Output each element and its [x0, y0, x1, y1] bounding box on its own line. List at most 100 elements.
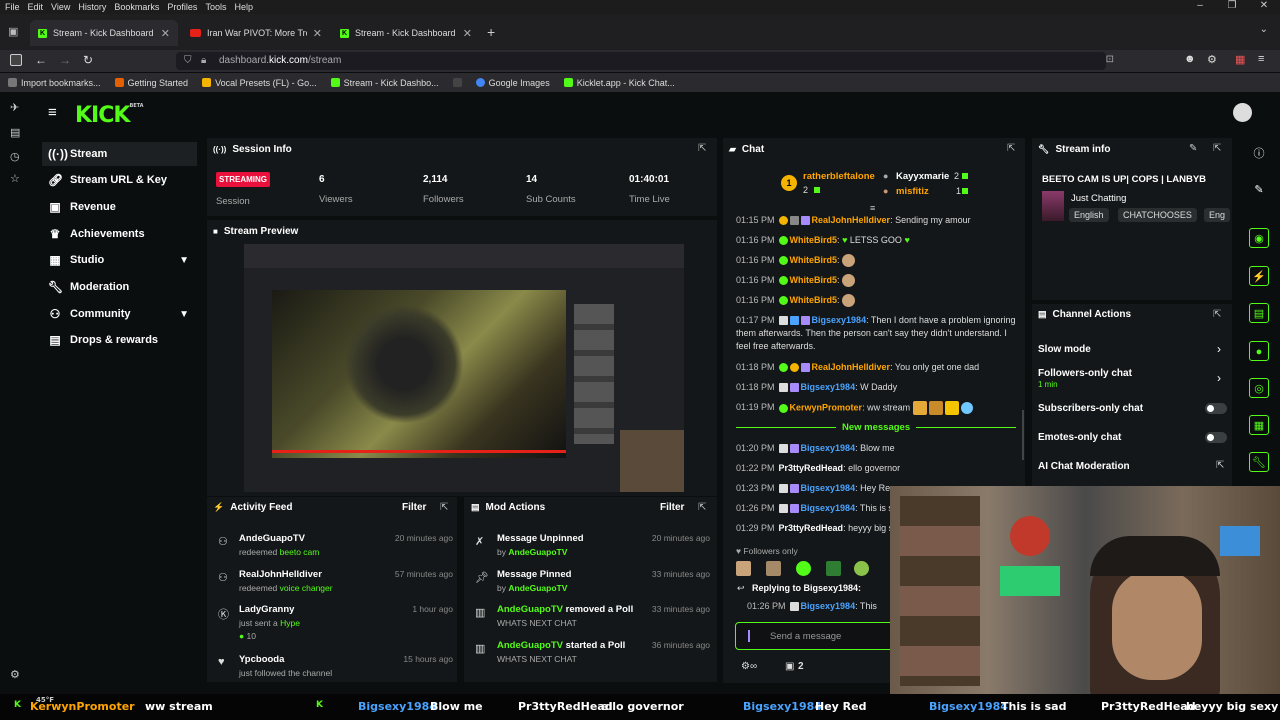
menu-bookmarks[interactable]: Bookmarks — [114, 2, 159, 12]
wrench-icon[interactable]: 🔧︎ — [1249, 452, 1269, 472]
nav-community[interactable]: ⚇ Community ▼ — [42, 302, 197, 326]
minimize-icon[interactable]: – — [1184, 0, 1216, 11]
bookmark-s[interactable] — [452, 78, 462, 87]
nav-stream-url-key[interactable]: 🔗︎ Stream URL & Key — [42, 168, 197, 192]
chat-scrollbar[interactable] — [1022, 410, 1024, 460]
expand-icon[interactable]: ⇱ — [698, 143, 706, 154]
broadcast-icon[interactable]: ◎ — [1249, 378, 1269, 398]
bookmark-import[interactable]: Import bookmarks... — [8, 78, 101, 88]
info-icon[interactable]: ⓘ — [1249, 144, 1269, 164]
forward-icon[interactable]: → — [59, 53, 71, 67]
chat-user[interactable]: Bigsexy1984 — [801, 382, 856, 392]
kick-logo[interactable]: KICKBETA — [75, 103, 144, 128]
emote-icon[interactable] — [826, 561, 841, 576]
expand-icon[interactable]: ⇱ — [1007, 143, 1015, 154]
account-icon[interactable]: ☻ — [1184, 53, 1196, 65]
chat-bubble-icon[interactable]: ● — [1249, 341, 1269, 361]
category-name[interactable]: Just Chatting — [1071, 193, 1126, 204]
close-tab-icon[interactable]: ✕ — [313, 27, 322, 40]
chat-user[interactable]: WhiteBird5 — [790, 275, 838, 285]
emote-icon[interactable] — [736, 561, 751, 576]
external-link-icon[interactable]: ⇱ — [1216, 460, 1224, 471]
menu-profiles[interactable]: Profiles — [167, 2, 197, 12]
mod-user[interactable]: AndeGuapoTV — [508, 547, 567, 557]
camera-control-icon[interactable]: ◉ — [1249, 228, 1269, 248]
star-icon[interactable]: ☆ — [10, 172, 20, 185]
bookmark-google-images[interactable]: Google Images — [475, 78, 550, 88]
stream-preview-video[interactable] — [244, 244, 684, 492]
chat-user[interactable]: WhiteBird5 — [790, 295, 838, 305]
history-icon[interactable]: ◷ — [10, 150, 20, 163]
chat-user[interactable]: RealJohnHelldiver — [812, 362, 891, 372]
expand-icon[interactable]: ⇱ — [440, 502, 448, 513]
leader-name[interactable]: ratherbleftalone — [803, 171, 875, 182]
close-tab-icon[interactable]: ✕ — [161, 27, 170, 40]
mod-filter-button[interactable]: Filter — [660, 502, 684, 513]
hamburger-icon[interactable]: ≡ — [48, 104, 57, 121]
chat-user[interactable]: Bigsexy1984 — [801, 601, 856, 611]
menu-help[interactable]: Help — [234, 2, 253, 12]
close-window-icon[interactable]: ✕ — [1248, 0, 1280, 11]
menu-file[interactable]: File — [5, 2, 20, 12]
settings-icon[interactable]: ⚙ — [10, 668, 20, 681]
avatar[interactable] — [1233, 103, 1252, 122]
sidebar-toggle-icon[interactable] — [10, 54, 22, 66]
slow-mode-chevron-icon[interactable]: › — [1217, 342, 1221, 356]
bookmark-getting-started[interactable]: Getting Started — [114, 78, 188, 88]
reload-icon[interactable]: ↻ — [83, 53, 93, 67]
list-icon[interactable]: ▦ — [1249, 415, 1269, 435]
collapse-icon[interactable]: ≡ — [870, 203, 875, 213]
lightning-icon[interactable]: ⚡ — [1249, 266, 1269, 286]
chat-user[interactable]: Pr3ttyRedHead — [779, 463, 844, 473]
leader-name[interactable]: misfitiz — [896, 186, 929, 197]
chat-user[interactable]: Bigsexy1984 — [801, 503, 856, 513]
nav-stream[interactable]: ((·)) Stream — [42, 142, 197, 166]
edit-icon[interactable]: ✎ — [1189, 143, 1197, 154]
chat-user[interactable]: RealJohnHelldiver — [812, 215, 891, 225]
menu-tools[interactable]: Tools — [205, 2, 226, 12]
tag-chip[interactable]: Eng — [1204, 208, 1230, 222]
close-tab-icon[interactable]: ✕ — [463, 27, 472, 40]
mod-user[interactable]: AndeGuapoTV — [497, 640, 563, 651]
emotes-only-toggle[interactable] — [1205, 432, 1227, 443]
tab-kick-dashboard[interactable]: K Stream - Kick Dashboard ✕ — [30, 20, 178, 46]
new-tab-icon[interactable]: + — [487, 24, 495, 40]
tag-chip[interactable]: CHATCHOOSES — [1118, 208, 1197, 222]
tab-youtube[interactable]: Iran War PIVOT: More Troo... ✕ — [182, 20, 330, 46]
addon-icon[interactable]: ▦ — [1235, 53, 1245, 66]
edit-icon[interactable]: ✎ — [1249, 180, 1269, 200]
pin-icon[interactable]: ✈ — [10, 101, 19, 114]
emote-icon[interactable] — [796, 561, 811, 576]
bookmark-vocal-presets[interactable]: Vocal Presets (FL) - Go... — [202, 78, 317, 88]
users-icon[interactable]: ▣ — [785, 661, 794, 672]
chat-input[interactable]: Send a message — [735, 622, 895, 650]
menu-icon[interactable]: ≡ — [1258, 53, 1264, 65]
chat-user[interactable]: WhiteBird5 — [790, 235, 838, 245]
emote-icon[interactable] — [766, 561, 781, 576]
emote-icon[interactable] — [854, 561, 869, 576]
followers-only-chevron-icon[interactable]: › — [1217, 371, 1221, 385]
tab-overview-icon[interactable]: ▣ — [8, 25, 18, 38]
chat-user[interactable]: Pr3ttyRedHead — [779, 523, 844, 533]
subscribers-only-toggle[interactable] — [1205, 403, 1227, 414]
restore-icon[interactable]: ❐ — [1216, 0, 1248, 11]
tag-chip[interactable]: English — [1069, 208, 1109, 222]
settings-icon[interactable]: ⚙∞ — [741, 661, 757, 672]
files-icon[interactable]: ▤ — [10, 126, 20, 139]
nav-achievements[interactable]: ♛ Achievements — [42, 222, 197, 246]
tab-list-icon[interactable]: ⌄ — [1260, 24, 1268, 35]
nav-drops-rewards[interactable]: ▤ Drops & rewards — [42, 328, 197, 352]
mod-user[interactable]: AndeGuapoTV — [508, 583, 567, 593]
menu-view[interactable]: View — [51, 2, 70, 12]
mod-user[interactable]: AndeGuapoTV — [497, 604, 563, 615]
tab-kick-dashboard-2[interactable]: K Stream - Kick Dashboard ✕ — [332, 20, 480, 46]
screenshot-icon[interactable]: ⊡ — [1106, 54, 1114, 65]
activity-filter-button[interactable]: Filter — [402, 502, 426, 513]
url-field[interactable]: ⛉ 🔒︎ dashboard.kick.com/stream — [176, 52, 1106, 70]
nav-revenue[interactable]: ▣ Revenue — [42, 195, 197, 219]
chat-user[interactable]: KerwynPromoter — [790, 402, 863, 412]
chat-user[interactable]: Bigsexy1984 — [812, 315, 867, 325]
menu-history[interactable]: History — [78, 2, 106, 12]
expand-icon[interactable]: ⇱ — [1213, 143, 1221, 154]
bookmark-kick-dashboard[interactable]: Stream - Kick Dashbo... — [330, 78, 439, 88]
